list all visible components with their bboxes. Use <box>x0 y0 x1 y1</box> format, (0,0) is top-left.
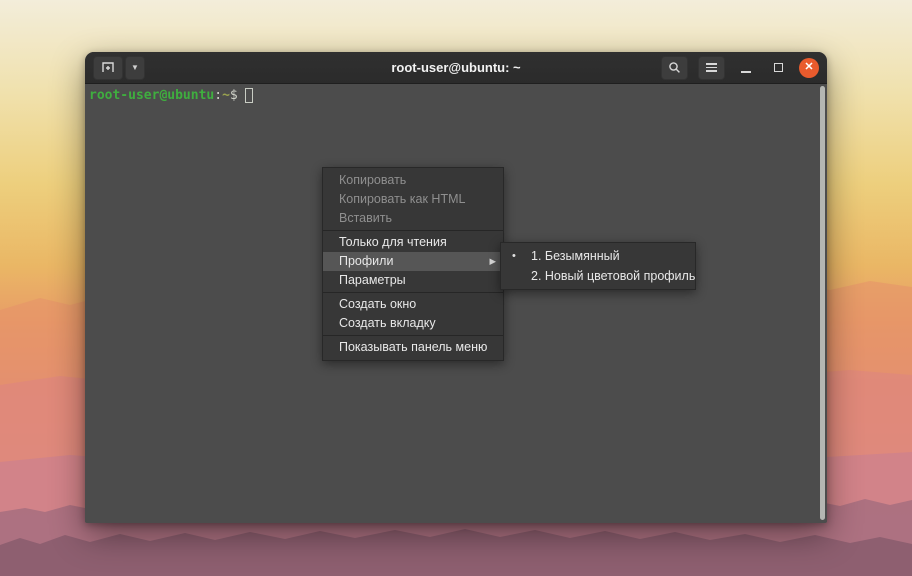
menu-item-paste: Вставить <box>323 209 503 228</box>
prompt-colon: : <box>214 88 222 103</box>
menu-item-profiles-label: Профили <box>339 254 393 268</box>
menu-item-new-tab[interactable]: Создать вкладку <box>323 314 503 333</box>
terminal-scrollbar[interactable] <box>820 86 825 520</box>
menu-separator <box>323 335 503 336</box>
search-button[interactable] <box>661 56 688 80</box>
menu-item-new-window[interactable]: Создать окно <box>323 295 503 314</box>
terminal-context-menu: Копировать Копировать как HTML Вставить … <box>322 167 504 361</box>
close-button[interactable]: ✕ <box>799 58 819 78</box>
prompt-dollar: $ <box>230 88 238 103</box>
new-tab-button[interactable] <box>93 56 123 80</box>
chevron-down-icon: ▼ <box>131 63 139 72</box>
hamburger-icon <box>706 63 717 72</box>
submenu-item-profile-1-label: 1. Безымянный <box>531 249 620 263</box>
menu-item-copy-as-html: Копировать как HTML <box>323 190 503 209</box>
menu-item-profiles[interactable]: Профили ▶ <box>323 252 503 271</box>
minimize-icon <box>741 71 751 73</box>
submenu-item-profile-2[interactable]: 2. Новый цветовой профиль <box>501 266 695 286</box>
submenu-item-profile-1[interactable]: • 1. Безымянный <box>501 246 695 266</box>
profiles-submenu: • 1. Безымянный 2. Новый цветовой профил… <box>500 242 696 290</box>
menu-separator <box>323 230 503 231</box>
terminal-cursor <box>245 88 253 103</box>
titlebar[interactable]: ▼ root-user@ubuntu: ~ ✕ <box>85 52 827 84</box>
selected-radio-dot-icon: • <box>512 246 516 266</box>
terminal-prompt: root-user@ubuntu:~$ <box>89 87 253 104</box>
tab-list-dropdown-button[interactable]: ▼ <box>125 56 145 80</box>
search-icon <box>668 61 681 74</box>
hamburger-menu-button[interactable] <box>698 56 725 80</box>
maximize-icon <box>774 63 783 72</box>
submenu-arrow-icon: ▶ <box>489 252 496 271</box>
prompt-path: ~ <box>222 88 230 103</box>
close-icon: ✕ <box>804 62 813 73</box>
submenu-item-profile-2-label: 2. Новый цветовой профиль <box>531 269 695 283</box>
prompt-user-host: root-user@ubuntu <box>89 88 214 103</box>
menu-separator <box>323 292 503 293</box>
menu-item-show-menubar[interactable]: Показывать панель меню <box>323 338 503 357</box>
menu-item-read-only[interactable]: Только для чтения <box>323 233 503 252</box>
menu-item-copy: Копировать <box>323 171 503 190</box>
maximize-button[interactable] <box>767 56 789 80</box>
minimize-button[interactable] <box>735 56 757 80</box>
menu-item-preferences[interactable]: Параметры <box>323 271 503 290</box>
new-tab-icon <box>101 61 115 74</box>
